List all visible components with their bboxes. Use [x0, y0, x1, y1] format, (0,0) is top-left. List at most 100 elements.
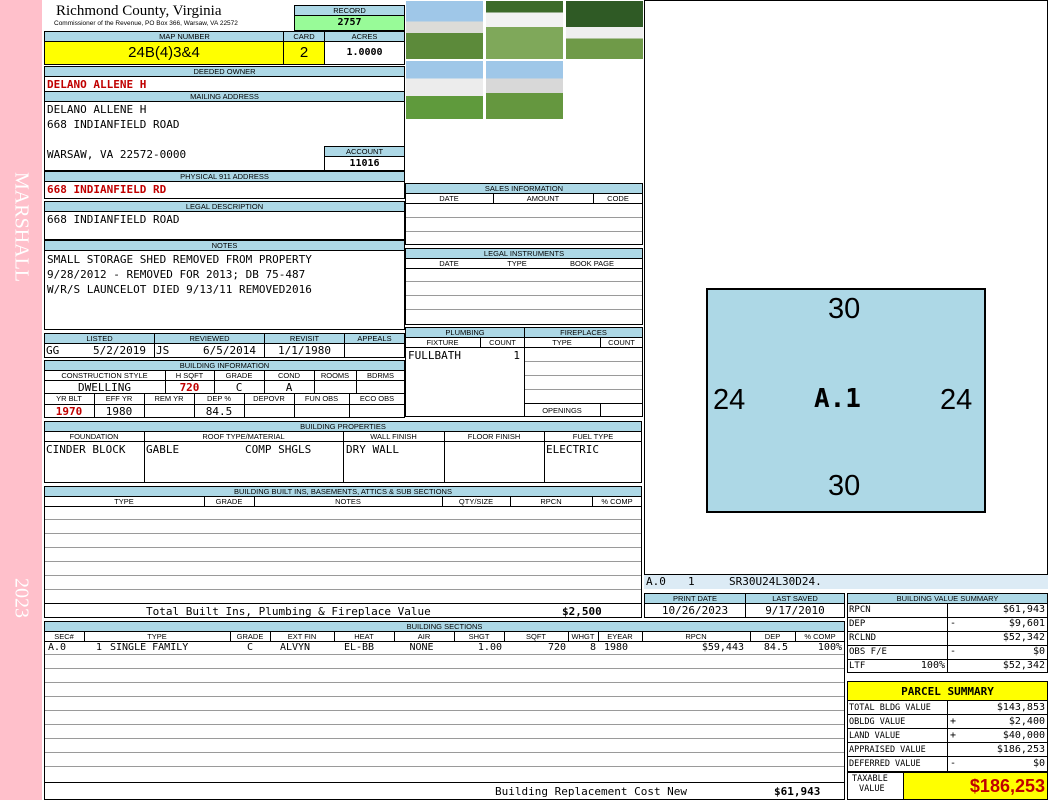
sec-pcomp-header: % COMP [804, 632, 836, 641]
total-bldg-label: TOTAL BLDG VALUE [849, 703, 931, 713]
openings-label: OPENINGS [542, 406, 582, 415]
revisit-date: 1/1/1980 [278, 344, 331, 357]
listed-by: GG [46, 344, 60, 357]
vs-obs-label: OBS F/E [849, 647, 887, 657]
sec-sqft-header: SQFT [526, 632, 546, 641]
deferred-value: $0 [1032, 758, 1045, 769]
property-photo-3 [565, 0, 644, 60]
cond-value: A [285, 381, 293, 394]
legal-description: 668 INDIANFIELD ROAD [47, 213, 180, 226]
rooms-label: ROOMS [320, 371, 350, 380]
foundation-label: FOUNDATION [69, 432, 119, 441]
reviewed-date: 6/5/2014 [203, 344, 256, 357]
construction-style-label: CONSTRUCTION STYLE [61, 371, 148, 380]
appraised-value: $186,253 [996, 744, 1045, 755]
map-number: 24B(4)3&4 [128, 44, 200, 61]
taxable-label-1: TAXABLE [852, 774, 888, 784]
fuel-type-value: ELECTRIC [546, 443, 599, 456]
deeded-owner: DELANO ALLENE H [47, 78, 147, 91]
builtin-rpcn-label: RPCN [540, 497, 562, 506]
dep-label: DEP % [206, 394, 232, 403]
roof-material-value: COMP SHGLS [245, 443, 312, 456]
property-photo-2 [485, 0, 564, 60]
notes-line-1: SMALL STORAGE SHED REMOVED FROM PROPERTY [47, 253, 312, 266]
sec-heat-header: HEAT [354, 632, 374, 641]
sec-header: SEC# [54, 632, 74, 641]
foundation-value: CINDER BLOCK [46, 443, 126, 456]
yrblt-label: YR BLT [56, 394, 82, 403]
obldg-value: $2,400 [1008, 716, 1045, 727]
notes-line-2: 9/28/2012 - REMOVED FOR 2013; DB 75-487 [47, 268, 306, 281]
builtin-grade-label: GRADE [215, 497, 243, 506]
instr-date-label: DATE [439, 259, 459, 268]
depovr-label: DEPOVR [253, 394, 285, 403]
vs-dep: $9,601 [1008, 618, 1045, 629]
vs-rclnd-label: RCLND [849, 633, 877, 643]
sketch-code-bar [644, 574, 1048, 589]
instr-type-label: TYPE [507, 259, 527, 268]
side-name: MARSHALL [10, 172, 33, 283]
vs-rpcn: $61,943 [1002, 604, 1045, 615]
property-photo-5 [485, 60, 564, 120]
print-date: 10/26/2023 [661, 604, 729, 617]
section-dep: 84.5 [763, 642, 788, 653]
total-bldg-value: $143,853 [996, 702, 1045, 713]
sales-date-label: DATE [439, 194, 459, 203]
builtin-notes-label: NOTES [335, 497, 361, 506]
appeals-box [344, 343, 405, 358]
parcel-summary-label: PARCEL SUMMARY [901, 685, 994, 698]
property-photo-1 [405, 0, 484, 60]
sec-rpcn-header: RPCN [685, 632, 707, 641]
vs-dep-label: DEP [849, 619, 866, 629]
builtin-total: $2,500 [562, 605, 602, 618]
sec-dep-header: DEP [764, 632, 781, 641]
sec-grade-header: GRADE [236, 632, 264, 641]
card-number: 2 [299, 44, 309, 61]
builtin-qty-label: QTY/SIZE [458, 497, 494, 506]
yrblt-value: 1970 [55, 405, 83, 418]
section-whgt: 8 [589, 642, 596, 653]
section-rpcn: $59,443 [701, 642, 744, 653]
physical-address: 668 INDIANFIELD RD [47, 183, 167, 196]
county-title: Richmond County, Virginia [56, 3, 222, 19]
section-extfin: ALVYN [279, 642, 311, 653]
building-sections-box [44, 631, 845, 800]
section-air: NONE [409, 642, 434, 653]
listed-date: 5/2/2019 [93, 344, 146, 357]
mailing-line-1: DELANO ALLENE H [47, 103, 147, 116]
plumb-fixture: FULLBATH [408, 349, 461, 362]
reviewed-by: JS [156, 344, 170, 357]
side-band: MARSHALL 2023 [0, 0, 42, 800]
sec-type-header: TYPE [147, 632, 167, 641]
sketch-dim-bottom: 30 [828, 470, 861, 502]
sec-extfin-header: EXT FIN [287, 632, 317, 641]
builtin-total-label: Total Built Ins, Plumbing & Fireplace Va… [146, 605, 431, 618]
obldg-label: OBLDG VALUE [849, 717, 906, 727]
fire-type-label: TYPE [552, 338, 572, 347]
effyr-value: 1980 [105, 405, 133, 418]
section-shgt: 1.00 [477, 642, 502, 653]
sketch-dim-right: 24 [940, 384, 973, 416]
sketch-dim-left: 24 [713, 384, 746, 416]
grade-label: GRADE [225, 371, 253, 380]
built-ins-box [44, 496, 642, 618]
fixture-label: FIXTURE [426, 338, 459, 347]
property-photo-4 [405, 60, 484, 120]
wall-finish-label: WALL FINISH [370, 432, 417, 441]
effyr-label: EFF YR [105, 394, 133, 403]
vs-obs: $0 [1032, 646, 1045, 657]
section-grade: C [246, 642, 254, 653]
sketch-area-label: A.1 [814, 384, 861, 414]
commissioner-address: Commissioner of the Revenue, PO Box 366,… [54, 20, 238, 27]
dep-value: 84.5 [205, 405, 233, 418]
plumb-count-label: COUNT [489, 338, 516, 347]
vs-rpcn-label: RPCN [849, 605, 871, 615]
sales-code-label: CODE [607, 194, 629, 203]
fireplaces-box [524, 337, 643, 417]
vs-ltf-pct: 100% [920, 660, 945, 671]
remyr-label: REM YR [154, 394, 184, 403]
section-type: SINGLE FAMILY [110, 642, 189, 653]
cond-label: COND [277, 371, 301, 380]
sketch-code: SR30U24L30D24. [729, 575, 822, 588]
land-value: $40,000 [1002, 730, 1045, 741]
